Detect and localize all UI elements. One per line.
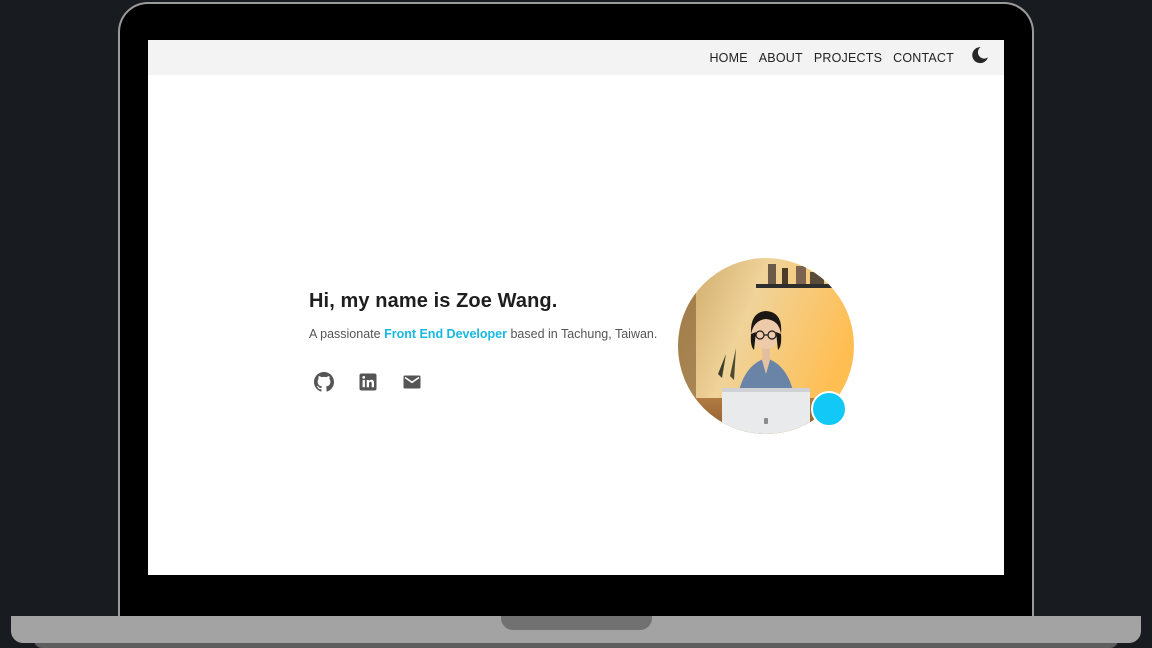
laptop-screen: HOME ABOUT PROJECTS CONTACT Hi, my name … xyxy=(148,40,1004,575)
navbar: HOME ABOUT PROJECTS CONTACT xyxy=(148,40,1004,75)
moon-icon[interactable] xyxy=(970,45,990,65)
nav-home-link[interactable]: HOME xyxy=(709,51,747,65)
role-highlight: Front End Developer xyxy=(384,327,507,341)
social-links xyxy=(314,372,422,392)
mail-icon[interactable] xyxy=(402,372,422,392)
hero-title: Hi, my name is Zoe Wang. xyxy=(309,290,558,312)
status-indicator xyxy=(811,391,847,427)
hero-subtitle: A passionate Front End Developer based i… xyxy=(309,327,657,341)
subtitle-prefix: A passionate xyxy=(309,327,385,341)
nav-contact-link[interactable]: CONTACT xyxy=(893,51,954,65)
nav-about-link[interactable]: ABOUT xyxy=(759,51,803,65)
nav-projects-link[interactable]: PROJECTS xyxy=(814,51,882,65)
nav-links: HOME ABOUT PROJECTS CONTACT xyxy=(709,40,954,75)
laptop-notch xyxy=(501,616,652,630)
subtitle-suffix: based in Tachung, Taiwan. xyxy=(507,327,658,341)
laptop-mockup: HOME ABOUT PROJECTS CONTACT Hi, my name … xyxy=(0,0,1152,648)
linkedin-icon[interactable] xyxy=(358,372,378,392)
github-icon[interactable] xyxy=(314,372,334,392)
